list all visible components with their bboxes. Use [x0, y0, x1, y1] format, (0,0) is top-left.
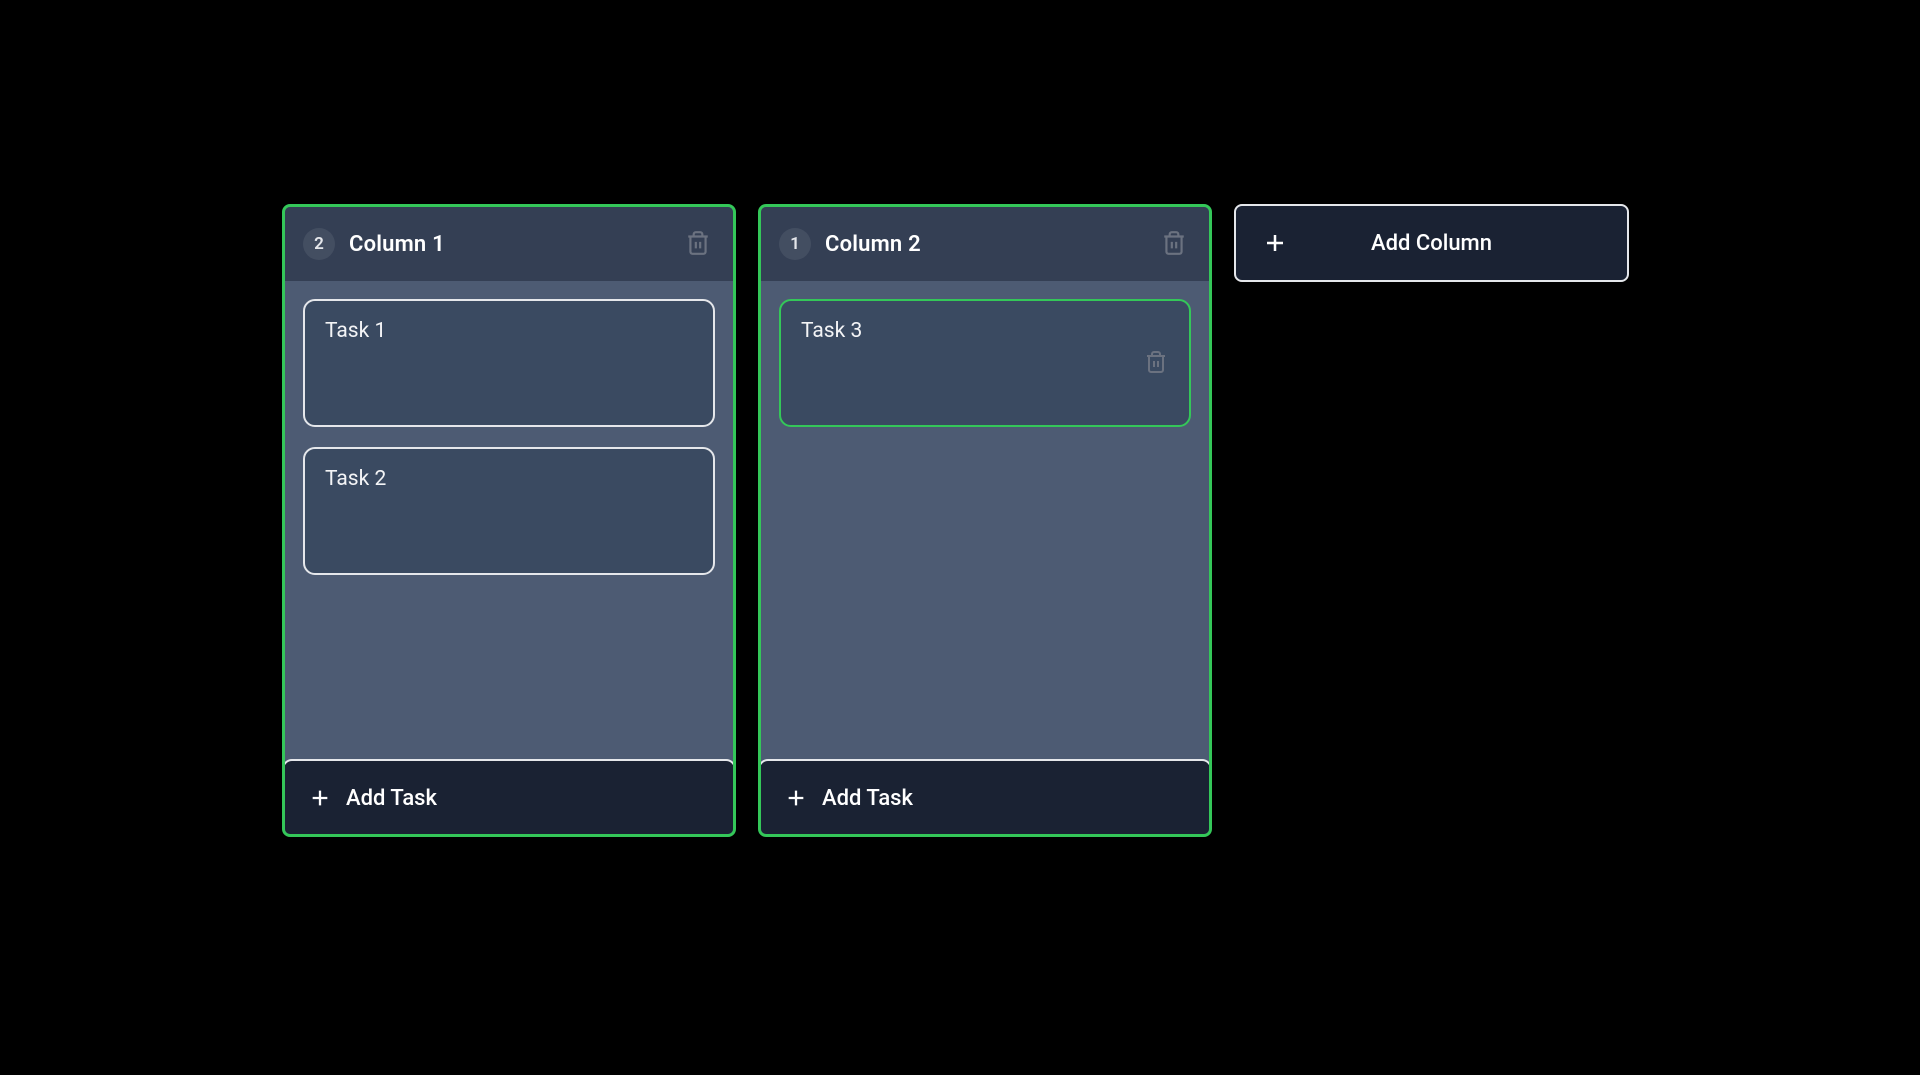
task-card[interactable]: Task 3: [779, 299, 1191, 427]
task-count-badge: 1: [779, 228, 811, 260]
plus-icon: [308, 786, 332, 810]
kanban-column: 2 Column 1 Task 1 Task 2 Add Task: [282, 204, 736, 837]
task-title: Task 2: [325, 467, 386, 491]
delete-column-button[interactable]: [681, 227, 715, 261]
column-cards: Task 3: [761, 281, 1209, 759]
trash-icon: [1161, 230, 1187, 259]
task-count-badge: 2: [303, 228, 335, 260]
column-cards: Task 1 Task 2: [285, 281, 733, 759]
delete-task-button[interactable]: [1141, 348, 1171, 378]
task-title: Task 3: [801, 319, 862, 343]
kanban-column: 1 Column 2 Task 3 Add Task: [758, 204, 1212, 837]
column-title: Column 2: [825, 232, 1157, 257]
task-card[interactable]: Task 2: [303, 447, 715, 575]
column-header[interactable]: 1 Column 2: [761, 207, 1209, 281]
column-header[interactable]: 2 Column 1: [285, 207, 733, 281]
plus-icon: [784, 786, 808, 810]
column-title: Column 1: [349, 232, 681, 257]
add-task-button[interactable]: Add Task: [758, 759, 1212, 837]
task-card[interactable]: Task 1: [303, 299, 715, 427]
kanban-board: 2 Column 1 Task 1 Task 2 Add Task: [0, 0, 1920, 837]
trash-icon: [1144, 350, 1168, 377]
add-column-button[interactable]: Add Column: [1234, 204, 1629, 282]
delete-column-button[interactable]: [1157, 227, 1191, 261]
trash-icon: [685, 230, 711, 259]
add-column-label: Add Column: [1262, 231, 1601, 256]
add-task-label: Add Task: [822, 786, 913, 811]
task-title: Task 1: [325, 319, 386, 343]
add-task-label: Add Task: [346, 786, 437, 811]
add-task-button[interactable]: Add Task: [282, 759, 736, 837]
